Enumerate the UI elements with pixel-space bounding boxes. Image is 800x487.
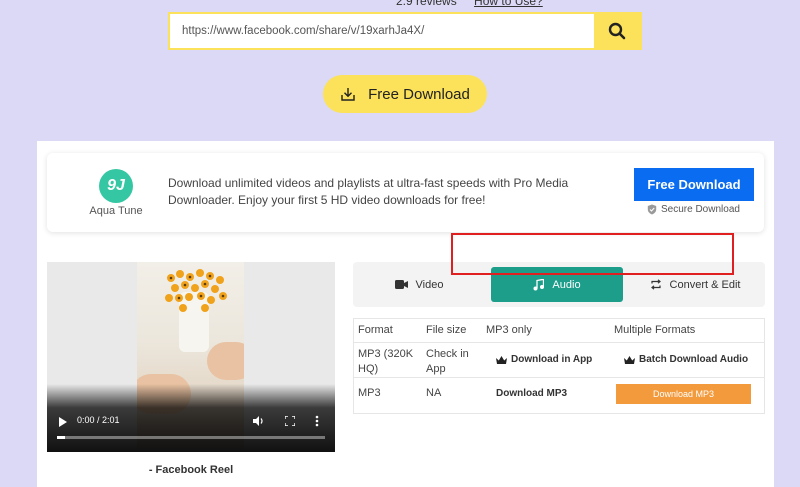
video-progress-fill	[57, 436, 66, 439]
reviews-text: 2.9 reviews	[396, 0, 457, 8]
video-progress-bar[interactable]	[57, 436, 325, 439]
download-tray-icon	[341, 88, 355, 101]
tab-convert-edit-label: Convert & Edit	[669, 278, 741, 291]
promo-free-download-button[interactable]: Free Download	[634, 168, 754, 201]
crown-icon	[496, 355, 507, 364]
header-mp3-only: MP3 only	[486, 324, 532, 336]
download-in-app-label: Download in App	[511, 354, 593, 365]
table-row: MP3 NA Download MP3 Download MP3	[354, 377, 764, 413]
promo-card: 9J Aqua Tune Download unlimited videos a…	[47, 153, 764, 232]
row1-mp3-cell: Download in App	[482, 343, 610, 377]
search-icon	[608, 22, 626, 40]
results-panel: 9J Aqua Tune Download unlimited videos a…	[37, 141, 774, 487]
row2-mp3-cell: Download MP3	[482, 378, 610, 413]
table-header-row: Format File size MP3 only Multiple Forma…	[354, 319, 764, 342]
row2-size: NA	[426, 387, 442, 399]
flowers-graphic	[165, 269, 227, 312]
download-in-app-button[interactable]: Download in App	[496, 352, 606, 367]
header-file-size: File size	[426, 324, 467, 336]
convert-arrows-icon	[650, 279, 661, 290]
video-player[interactable]: 0:00 / 2:01	[47, 262, 335, 452]
volume-icon[interactable]	[253, 416, 265, 426]
batch-download-audio-label: Batch Download Audio	[639, 354, 749, 365]
url-input[interactable]	[170, 14, 594, 48]
download-mp3-link[interactable]: Download MP3	[496, 386, 606, 401]
download-mp3-button[interactable]: Download MP3	[616, 384, 751, 404]
video-camera-icon	[394, 280, 408, 289]
fullscreen-icon[interactable]	[285, 416, 295, 426]
secure-download-note: Secure Download	[647, 204, 740, 215]
top-links: 2.9 reviews How to Use?	[396, 0, 543, 8]
video-controls: 0:00 / 2:01	[47, 384, 335, 452]
video-time: 0:00 / 2:01	[77, 415, 120, 425]
play-icon[interactable]	[59, 417, 67, 427]
row1-size: Check in App	[426, 348, 469, 375]
music-note-icon	[533, 278, 545, 290]
batch-download-audio-button[interactable]: Batch Download Audio	[624, 352, 760, 367]
tab-video-label: Video	[415, 278, 444, 291]
header-format: Format	[358, 324, 393, 336]
how-to-use-link[interactable]: How to Use?	[474, 0, 543, 8]
more-options-icon[interactable]	[315, 415, 319, 427]
url-search-bar	[168, 12, 642, 50]
tab-audio-label: Audio	[552, 278, 581, 291]
highlight-box	[451, 233, 734, 275]
row2-format: MP3	[358, 387, 381, 399]
video-caption: - Facebook Reel	[148, 464, 234, 476]
free-download-label: Free Download	[368, 85, 470, 103]
brand-name: Aqua Tune	[89, 205, 143, 217]
free-download-button[interactable]: Free Download	[323, 75, 487, 113]
row1-format: MP3 (320K HQ)	[358, 348, 414, 375]
search-button[interactable]	[594, 14, 640, 48]
download-table: Format File size MP3 only Multiple Forma…	[353, 318, 765, 414]
hand-right	[207, 342, 244, 380]
row1-multiple-cell: Batch Download Audio	[610, 343, 764, 377]
aqua-tune-logo: 9J	[99, 169, 133, 203]
header-multiple-formats: Multiple Formats	[614, 324, 696, 336]
shield-check-icon	[647, 204, 657, 215]
crown-icon	[624, 355, 635, 364]
promo-text: Download unlimited videos and playlists …	[168, 176, 569, 207]
row2-multiple-cell: Download MP3	[610, 378, 764, 413]
table-row: MP3 (320K HQ) Check in App Download in A…	[354, 342, 764, 377]
secure-download-label: Secure Download	[661, 204, 740, 215]
